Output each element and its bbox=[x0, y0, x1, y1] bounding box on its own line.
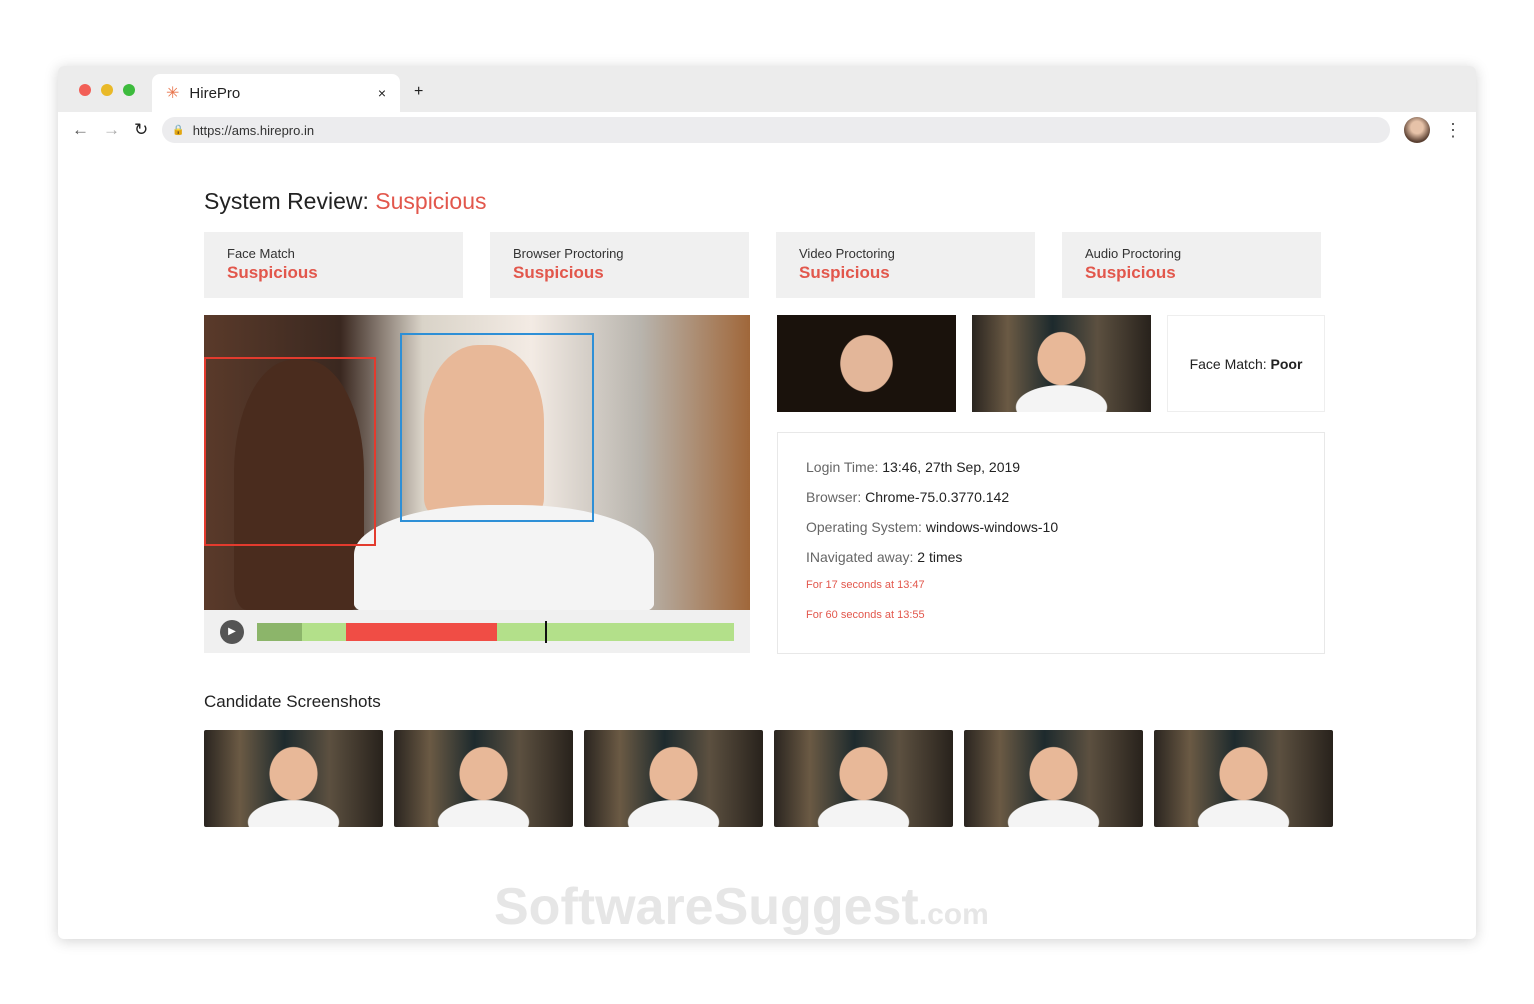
info-value: 2 times bbox=[917, 549, 963, 565]
video-controls: ▶ bbox=[204, 610, 750, 653]
screenshots-strip bbox=[204, 730, 1334, 827]
info-value: Chrome-75.0.3770.142 bbox=[865, 489, 1010, 505]
candidate-screenshot[interactable] bbox=[204, 730, 383, 827]
face-match-label: Face Match: bbox=[1189, 355, 1267, 372]
url-text: https://ams.hirepro.in bbox=[192, 122, 315, 138]
info-value: windows-windows-10 bbox=[925, 519, 1059, 535]
video-player: ▶ bbox=[204, 315, 750, 654]
face-match-value: Poor bbox=[1270, 355, 1303, 372]
lock-icon: 🔒 bbox=[172, 124, 185, 136]
candidate-screenshot[interactable] bbox=[584, 730, 763, 827]
hirepro-logo-icon: ✳ bbox=[166, 85, 180, 102]
status-cards: Face Match Suspicious Browser Proctoring S… bbox=[204, 232, 1334, 298]
candidate-screenshot[interactable] bbox=[774, 730, 953, 827]
browser-tab[interactable]: ✳ HirePro × bbox=[152, 74, 400, 112]
os-row: Operating System: windows-windows-10 bbox=[806, 519, 1296, 535]
back-icon[interactable]: ← bbox=[72, 120, 89, 140]
proctoring-video-frame[interactable] bbox=[204, 315, 750, 610]
title-prefix: System Review: bbox=[204, 188, 369, 214]
timeline-segment-reviewed[interactable] bbox=[257, 622, 303, 641]
info-key: Browser: bbox=[806, 489, 862, 505]
profile-avatar[interactable] bbox=[1404, 117, 1430, 143]
close-tab-icon[interactable]: × bbox=[378, 85, 386, 101]
card-status: Suspicious bbox=[799, 263, 890, 282]
watermark-suffix: .com bbox=[918, 898, 989, 931]
minimize-window-button[interactable] bbox=[101, 84, 113, 96]
page-title: System Review: Suspicious bbox=[204, 188, 1334, 215]
card-label: Browser Proctoring bbox=[513, 246, 624, 261]
card-label: Video Proctoring bbox=[799, 246, 895, 261]
browser-proctoring-card[interactable]: Browser Proctoring Suspicious bbox=[490, 232, 749, 298]
card-label: Audio Proctoring bbox=[1085, 246, 1182, 261]
reload-icon[interactable]: ↻ bbox=[134, 120, 148, 140]
screenshots-heading: Candidate Screenshots bbox=[204, 692, 381, 711]
title-status: Suspicious bbox=[375, 188, 487, 214]
address-bar-row: ← → ↻ 🔒 https://ams.hirepro.in ⋮ bbox=[58, 112, 1476, 148]
suspicious-face-box bbox=[204, 357, 376, 546]
tab-bar: ✳ HirePro × + bbox=[58, 66, 1476, 112]
card-status: Suspicious bbox=[227, 263, 318, 282]
info-value: 13:46, 27th Sep, 2019 bbox=[882, 459, 1021, 475]
info-key: INavigated away: bbox=[806, 549, 914, 565]
forward-icon[interactable]: → bbox=[103, 120, 120, 140]
face-match-result: Face Match: Poor bbox=[1167, 315, 1325, 412]
maximize-window-button[interactable] bbox=[123, 84, 135, 96]
play-button[interactable]: ▶ bbox=[220, 619, 244, 644]
watermark: SoftwareSuggest.com bbox=[494, 877, 989, 937]
timeline-segment-suspicious[interactable] bbox=[346, 622, 498, 641]
candidate-screenshot[interactable] bbox=[394, 730, 573, 827]
candidate-screenshot[interactable] bbox=[964, 730, 1143, 827]
navigated-away-row: INavigated away: 2 times bbox=[806, 549, 1296, 565]
captured-photo bbox=[972, 315, 1151, 412]
url-input[interactable]: 🔒 https://ams.hirepro.in bbox=[162, 117, 1390, 143]
watermark-text: SoftwareSuggest bbox=[494, 878, 919, 936]
candidate-screenshot[interactable] bbox=[1154, 730, 1333, 827]
session-info-panel: Login Time: 13:46, 27th Sep, 2019 Browse… bbox=[777, 432, 1325, 654]
card-label: Face Match bbox=[227, 246, 295, 261]
card-status: Suspicious bbox=[1085, 263, 1176, 282]
navigation-event: For 60 seconds at 13:55 bbox=[806, 609, 925, 621]
login-time-row: Login Time: 13:46, 27th Sep, 2019 bbox=[806, 459, 1296, 475]
more-menu-icon[interactable]: ⋮ bbox=[1444, 120, 1462, 141]
browser-row: Browser: Chrome-75.0.3770.142 bbox=[806, 489, 1296, 505]
tab-title: HirePro bbox=[189, 84, 241, 102]
new-tab-button[interactable]: + bbox=[414, 83, 423, 101]
timeline-segment-ok[interactable] bbox=[497, 622, 734, 641]
reference-photo bbox=[777, 315, 956, 412]
playhead[interactable] bbox=[544, 620, 547, 643]
timeline-segment-ok[interactable] bbox=[302, 622, 347, 641]
navigation-event: For 17 seconds at 13:47 bbox=[806, 579, 925, 591]
page-content: System Review: Suspicious Face Match Susp… bbox=[204, 188, 1334, 827]
card-status: Suspicious bbox=[513, 263, 604, 282]
audio-proctoring-card[interactable]: Audio Proctoring Suspicious bbox=[1062, 232, 1321, 298]
info-key: Login Time: bbox=[806, 459, 879, 475]
info-key: Operating System: bbox=[806, 519, 922, 535]
video-proctoring-card[interactable]: Video Proctoring Suspicious bbox=[776, 232, 1035, 298]
candidate-face-box bbox=[400, 333, 594, 522]
timeline-track[interactable] bbox=[257, 620, 734, 643]
browser-window: ✳ HirePro × + ← → ↻ 🔒 https://ams.hirepr… bbox=[58, 66, 1476, 939]
close-window-button[interactable] bbox=[79, 84, 91, 96]
face-match-card[interactable]: Face Match Suspicious bbox=[204, 232, 463, 298]
